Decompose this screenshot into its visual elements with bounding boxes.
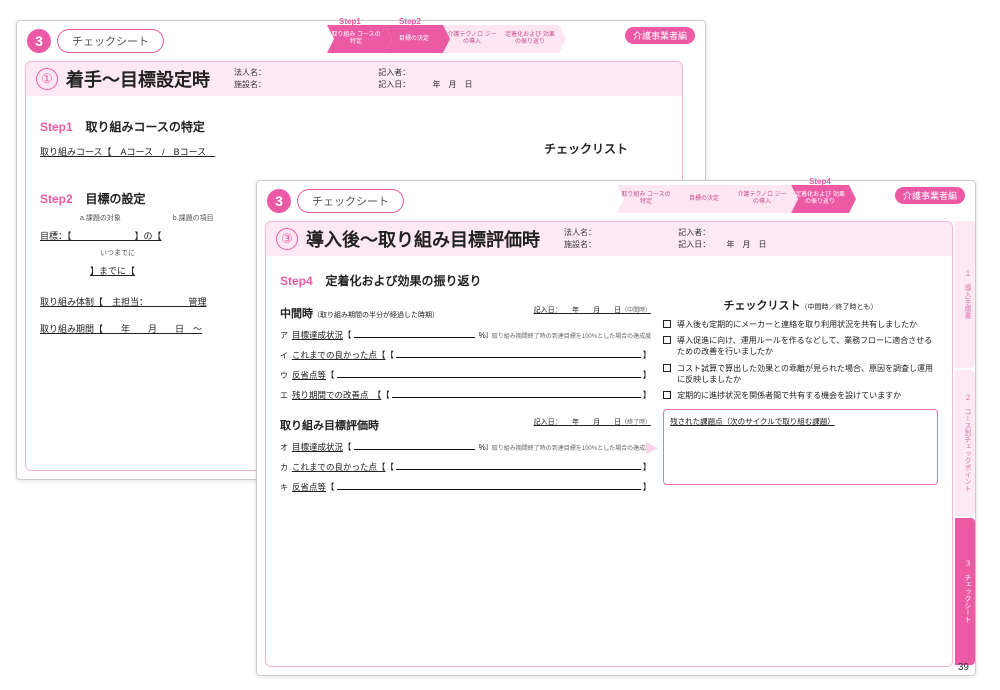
meta-date: 年 月 日 — [726, 240, 766, 249]
side-tab-3[interactable]: ３ チェックシート — [955, 518, 975, 665]
body-front: Step4 定着化および効果の振り返り 中間時（取り組み期間の半分が経過した時期… — [266, 256, 952, 511]
sheet-number-circle: ① — [36, 68, 58, 90]
topbar-back: 3 チェックシート Step1 Step2 取り組み コースの特定 目標の決定 … — [17, 21, 705, 61]
progress-chevron: 定着化および 効果の振り返り — [791, 185, 849, 213]
meta-facility: 施設名： — [564, 240, 596, 249]
form-item: ウ反省点等【】 — [280, 369, 651, 381]
meta-date: 年 月 日 — [432, 80, 472, 89]
checklist-heading-back: チェックリスト — [544, 140, 628, 157]
progress-chevron: 取り組み コースの特定 — [617, 185, 675, 213]
page-number: 39 — [958, 662, 969, 673]
checkbox-icon[interactable] — [663, 391, 671, 399]
step4-title: 定着化および効果の振り返り — [325, 274, 481, 288]
form-item: オ目標達成状況【】取り組み期間終了時の到達目標を100%とした場合の達成度 — [280, 441, 651, 453]
checkbox-icon[interactable] — [663, 320, 671, 328]
label-a: a.課題の対象 — [80, 215, 121, 222]
remaining-issues-box[interactable]: 残された課題点（次のサイクルで取り組む課題） — [663, 409, 938, 485]
entry-date-end: 記入日： 年 月 日（終了時） — [534, 417, 652, 427]
content-frame-front: ③ 導入後～取り組み目標評価時 法人名： 記入者： 施設名： 記入日： 年 月 … — [265, 221, 953, 667]
progress-chevron: 定着化および 効果の振り返り — [501, 25, 559, 53]
side-tabs: １ 導入手順書 ２ コース別チェックポイント ３ チェックシート — [955, 221, 975, 667]
meta-writer: 記入者： — [378, 68, 410, 77]
meta-facility: 施設名： — [234, 80, 266, 89]
checklist-heading: チェックリスト（中間時／終了時とも） — [663, 297, 938, 313]
progress-chevron: 取り組み コースの特定 — [327, 25, 385, 53]
progress-chevron: 目標の決定 — [675, 185, 733, 213]
left-column: 中間時（取り組み期間の半分が経過した時期） 記入日： 年 月 日（中間時） ア目… — [280, 297, 651, 501]
meta-houjin: 法人名： — [564, 228, 596, 237]
form-item: エ残り期間での改善点 【【】 — [280, 389, 651, 401]
meta-date-label: 記入日： — [378, 80, 410, 89]
step1-heading: Step1 — [40, 120, 73, 134]
progress-steps-back: 取り組み コースの特定 目標の決定 介護テクノロ ジーの導入 定着化および 効果… — [327, 25, 559, 53]
course-line: 取り組みコース【 Aコース / Bコース — [40, 145, 215, 158]
form-item: カこれまでの良かった点【【】 — [280, 461, 651, 473]
meta-houjin: 法人名： — [234, 68, 266, 77]
audience-badge: 介護事業者編 — [895, 187, 965, 204]
meta-writer: 記入者： — [678, 228, 710, 237]
section-number: 3 — [27, 29, 51, 53]
step2-title: 目標の設定 — [85, 192, 145, 206]
title-row: ③ 導入後～取り組み目標評価時 法人名： 記入者： 施設名： 記入日： 年 月 … — [266, 222, 952, 256]
eval-heading: 取り組み目標評価時 記入日： 年 月 日（終了時） — [280, 417, 651, 433]
section-number: 3 — [267, 189, 291, 213]
section-label: チェックシート — [57, 29, 164, 53]
progress-chevron: 介護テクノロ ジーの導入 — [443, 25, 501, 53]
checklist-item: 導入後も定期的にメーカーと連絡を取り利用状況を共有しましたか — [663, 319, 938, 330]
progress-chevron: 介護テクノロ ジーの導入 — [733, 185, 791, 213]
step4-heading: Step4 — [280, 274, 313, 288]
side-tab-1[interactable]: １ 導入手順書 — [955, 221, 975, 368]
meta-block: 法人名： 記入者： 施設名： 記入日： 年 月 日 — [540, 227, 942, 251]
worksheet-page-3: 3 チェックシート Step4 取り組み コースの特定 目標の決定 介護テクノロ… — [256, 180, 976, 676]
sheet-title: 着手～目標設定時 — [66, 66, 210, 92]
section-label: チェックシート — [297, 189, 404, 213]
side-tab-2[interactable]: ２ コース別チェックポイント — [955, 370, 975, 517]
form-item: イこれまでの良かった点【【】 — [280, 349, 651, 361]
meta-date-label: 記入日： — [678, 240, 710, 249]
step2-heading: Step2 — [40, 192, 73, 206]
label-b: b.課題の項目 — [173, 215, 214, 222]
topbar-front: 3 チェックシート Step4 取り組み コースの特定 目標の決定 介護テクノロ… — [257, 181, 975, 221]
midpoint-heading: 中間時（取り組み期間の半分が経過した時期） 記入日： 年 月 日（中間時） — [280, 305, 651, 321]
checkbox-icon[interactable] — [663, 336, 671, 344]
checklist-item: 定期的に進捗状況を関係者間で共有する機会を設けていますか — [663, 390, 938, 401]
sheet-title: 導入後～取り組み目標評価時 — [306, 226, 540, 252]
meta-block: 法人名： 記入者： 施設名： 記入日： 年 月 日 — [210, 67, 672, 91]
form-item: ア目標達成状況【】取り組み期間終了時の到達目標を100%とした場合の達成度 — [280, 329, 651, 341]
remaining-issues-label: 残された課題点（次のサイクルで取り組む課題） — [670, 417, 835, 426]
form-item: キ反省点等【】 — [280, 481, 651, 493]
audience-badge: 介護事業者編 — [625, 27, 695, 44]
sheet-number-circle: ③ — [276, 228, 298, 250]
checkbox-icon[interactable] — [663, 364, 671, 372]
progress-steps-front: 取り組み コースの特定 目標の決定 介護テクノロ ジーの導入 定着化および 効果… — [617, 185, 849, 213]
entry-date-mid: 記入日： 年 月 日（中間時） — [534, 305, 652, 315]
right-column: チェックリスト（中間時／終了時とも） 導入後も定期的にメーカーと連絡を取り利用状… — [663, 297, 938, 501]
checklist-item: 導入促進に向け、運用ルールを作るなどして、業務フローに適合させるための改善を行い… — [663, 335, 938, 357]
step1-title: 取り組みコースの特定 — [85, 120, 204, 134]
arrow-icon — [646, 442, 658, 454]
checklist-item: コスト試算で算出した効果との乖離が見られた場合、原因を調査し運用に反映しましたか — [663, 363, 938, 385]
progress-chevron: 目標の決定 — [385, 25, 443, 53]
title-row: ① 着手～目標設定時 法人名： 記入者： 施設名： 記入日： 年 月 日 — [26, 62, 682, 96]
